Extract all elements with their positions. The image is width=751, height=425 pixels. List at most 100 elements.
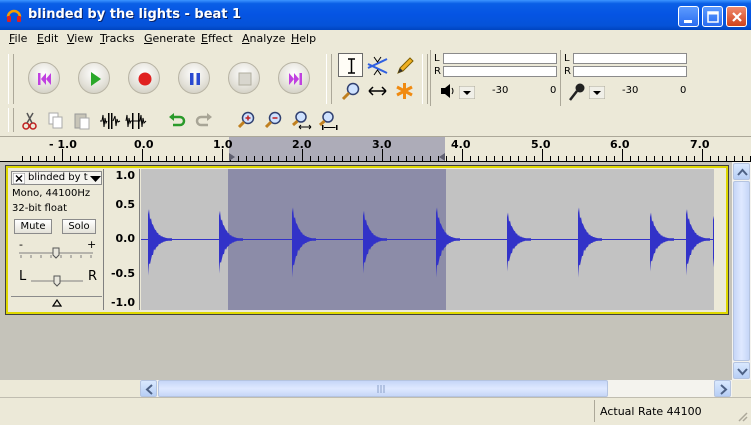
- scroll-down-button[interactable]: [733, 362, 750, 379]
- play-icon: [91, 72, 101, 86]
- skip-to-end-button[interactable]: [278, 62, 310, 94]
- close-button[interactable]: [726, 6, 747, 27]
- trim-audio-icon: [100, 113, 121, 129]
- play-button[interactable]: [78, 62, 110, 94]
- mute-button[interactable]: Mute: [14, 219, 52, 234]
- record-button[interactable]: [128, 62, 160, 94]
- scale-label: 1.0: [115, 169, 136, 182]
- skip-to-start-button[interactable]: [28, 62, 60, 94]
- waveform-display[interactable]: [141, 169, 737, 310]
- title-bar[interactable]: blinded by the lights - beat 1: [0, 0, 751, 30]
- record-meter[interactable]: L R -30 0: [560, 50, 690, 106]
- resize-grip-icon[interactable]: [736, 410, 748, 422]
- fit-selection-icon: [292, 111, 312, 130]
- tools-toolbar-grip[interactable]: [326, 54, 332, 104]
- ruler-label: 4.0: [451, 138, 471, 151]
- menu-edit[interactable]: Edit: [37, 32, 58, 45]
- arrow-down-icon: [737, 368, 748, 376]
- track-menu-header[interactable]: blinded by t: [11, 171, 102, 185]
- audio-track[interactable]: blinded by t Mono, 44100Hz 32-bit float …: [5, 165, 737, 315]
- playback-meter[interactable]: L R -30 0: [430, 50, 560, 106]
- timeline-ruler[interactable]: - 1.0 0.0 1.0 2.0 3.0 4.0 5.0 6.0 7.0: [0, 136, 751, 162]
- scroll-up-button[interactable]: [733, 163, 750, 180]
- audacity-headphones-icon: [6, 7, 22, 23]
- record-meter-dropdown-icon[interactable]: [589, 86, 605, 99]
- close-icon: [732, 12, 742, 22]
- envelope-tool[interactable]: [364, 53, 389, 77]
- pause-icon: [190, 73, 200, 85]
- window-title: blinded by the lights - beat 1: [28, 7, 242, 22]
- speaker-icon: [441, 84, 454, 98]
- waveform-hit: [148, 209, 172, 276]
- copy-icon: [48, 112, 63, 129]
- control-toolbar-grip[interactable]: [8, 54, 14, 104]
- playback-meter-dropdown-icon[interactable]: [459, 86, 475, 99]
- fit-project-icon: [319, 111, 338, 130]
- track-collapse-button[interactable]: [11, 296, 102, 308]
- menu-generate[interactable]: Generate: [144, 32, 195, 45]
- track-format-bits: 32-bit float: [12, 203, 68, 214]
- waveform-hit: [578, 207, 602, 278]
- zoom-out-button[interactable]: [262, 109, 286, 132]
- ruler-label: 2.0: [292, 138, 312, 151]
- pan-slider[interactable]: [29, 273, 85, 289]
- vertical-scrollbar[interactable]: [732, 162, 751, 380]
- scroll-left-button[interactable]: [140, 380, 157, 397]
- gain-slider[interactable]: [17, 245, 97, 261]
- meter-toolbar-grip[interactable]: [422, 54, 428, 104]
- menu-analyze[interactable]: Analyze: [242, 32, 285, 45]
- pause-button[interactable]: [178, 62, 210, 94]
- multi-tool[interactable]: [391, 78, 416, 102]
- fit-project-button[interactable]: [316, 109, 340, 132]
- silence-audio-icon: [125, 113, 147, 129]
- pencil-icon: [397, 57, 414, 74]
- skip-to-end-icon: [289, 73, 302, 85]
- zoom-in-button[interactable]: [235, 109, 259, 132]
- scale-label: -1.0: [110, 296, 135, 309]
- undo-button[interactable]: [165, 109, 189, 132]
- collapse-triangle-icon: [52, 299, 62, 307]
- i-beam-icon: [348, 58, 355, 74]
- zoom-tool[interactable]: [338, 78, 363, 102]
- pan-right-label: R: [88, 269, 98, 284]
- zoom-out-icon: [264, 111, 282, 129]
- maximize-button[interactable]: [702, 6, 723, 27]
- grip-lines-icon: [377, 385, 385, 393]
- fit-selection-button[interactable]: [289, 109, 313, 132]
- playback-meter-scale-end: 0: [550, 85, 557, 96]
- waveform-hit: [650, 212, 674, 272]
- scroll-right-button[interactable]: [714, 380, 731, 397]
- solo-button[interactable]: Solo: [62, 219, 96, 234]
- draw-tool[interactable]: [391, 53, 416, 77]
- menu-file[interactable]: File: [9, 32, 27, 45]
- track-close-icon[interactable]: [13, 173, 25, 184]
- arrow-left-icon: [145, 384, 153, 395]
- time-shift-tool[interactable]: [364, 78, 389, 102]
- menu-effect[interactable]: Effect: [201, 32, 233, 45]
- ruler-label: 3.0: [372, 138, 392, 151]
- waveform-hit: [713, 215, 737, 268]
- copy-button[interactable]: [44, 109, 68, 132]
- trim-button[interactable]: [98, 109, 122, 132]
- track-panel[interactable]: blinded by t Mono, 44100Hz 32-bit float …: [0, 162, 737, 380]
- track-control-panel[interactable]: blinded by t Mono, 44100Hz 32-bit float …: [9, 169, 104, 310]
- menu-tracks[interactable]: Tracks: [100, 32, 135, 45]
- redo-icon: [195, 113, 212, 127]
- cut-button[interactable]: [18, 109, 42, 132]
- horizontal-scrollbar[interactable]: [140, 380, 732, 397]
- menu-help[interactable]: Help: [291, 32, 316, 45]
- undo-icon: [169, 113, 186, 127]
- menu-view[interactable]: View: [67, 32, 93, 45]
- minimize-button[interactable]: [678, 6, 699, 27]
- ruler-label: 7.0: [690, 138, 710, 151]
- selection-tool[interactable]: [338, 53, 363, 77]
- edit-toolbar-grip[interactable]: [8, 108, 14, 132]
- stop-button[interactable]: [228, 62, 260, 94]
- redo-button[interactable]: [192, 109, 216, 132]
- paste-button[interactable]: [70, 109, 94, 132]
- vertical-scroll-thumb[interactable]: [733, 181, 750, 361]
- horizontal-scroll-thumb[interactable]: [158, 380, 608, 397]
- silence-button[interactable]: [124, 109, 148, 132]
- ruler-label: 0.0: [134, 138, 154, 151]
- ruler-label: 5.0: [531, 138, 551, 151]
